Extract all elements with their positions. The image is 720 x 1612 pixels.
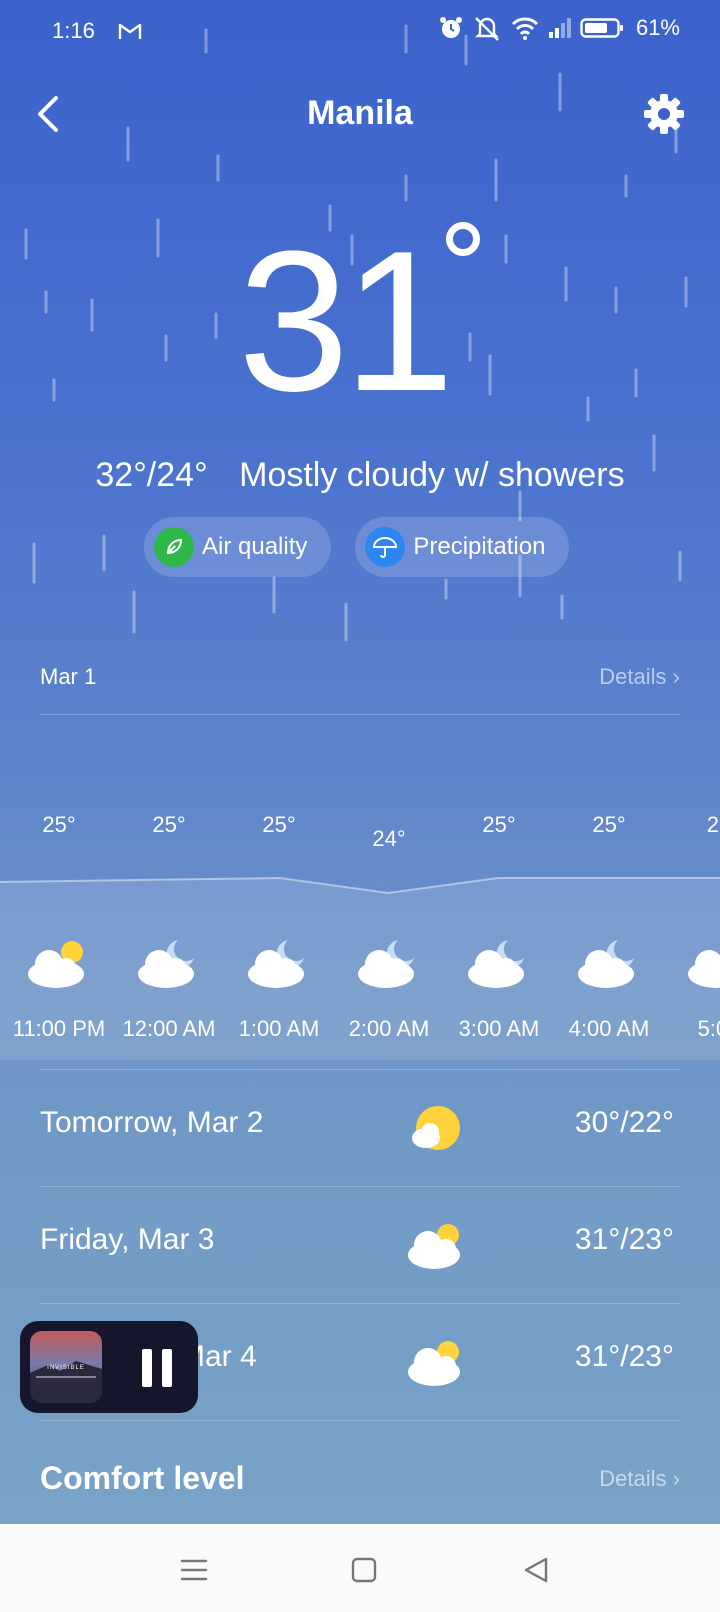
day-label: Tomorrow, Mar 2 <box>40 1106 264 1139</box>
air-quality-label: Air quality <box>202 533 308 560</box>
signal-icon <box>548 18 571 38</box>
status-bar: 1:16 61% <box>0 0 720 64</box>
hourly-temp: 25° <box>42 812 76 837</box>
cloudy-night-icon <box>358 940 414 988</box>
hourly-temp: 25° <box>592 812 626 837</box>
home-square-icon[interactable] <box>346 1552 382 1588</box>
hourly-temp: 25° <box>152 812 186 837</box>
weather-summary: 32°/24° Mostly cloudy w/ showers <box>0 456 720 495</box>
city-name: Manila <box>307 94 413 132</box>
degree-symbol <box>446 222 480 256</box>
weather-condition: Mostly cloudy w/ showers <box>239 456 625 494</box>
precipitation-label: Precipitation <box>413 533 546 560</box>
pause-icon[interactable] <box>132 1343 182 1393</box>
gmail-icon <box>118 23 142 39</box>
hourly-time: 5:00 <box>697 1016 720 1041</box>
hourly-temp: 25° <box>262 812 296 837</box>
recents-menu-icon[interactable] <box>176 1552 212 1588</box>
precipitation-chip[interactable]: Precipitation <box>355 517 570 577</box>
cloud-icon <box>688 950 720 988</box>
chevron-right-icon: › <box>672 664 680 689</box>
current-temperature: 31 <box>238 210 454 433</box>
alarm-icon <box>439 17 462 38</box>
partly-sunny-icon <box>28 941 84 988</box>
album-art-image: INVISIBLE <box>30 1331 102 1403</box>
hourly-time: 1:00 AM <box>238 1016 320 1041</box>
album-art[interactable]: INVISIBLE <box>30 1331 102 1403</box>
temperature-range: 32°/24° <box>95 456 208 494</box>
day-label: Friday, Mar 3 <box>40 1223 215 1256</box>
hourly-time: 2:00 AM <box>348 1016 430 1041</box>
cloudy-night-icon <box>578 940 634 988</box>
hourly-temp: 25° <box>482 812 516 837</box>
album-art-text: INVISIBLE <box>47 1365 85 1371</box>
gear-icon[interactable] <box>640 90 688 138</box>
info-chips: Air quality Precipitation <box>144 517 570 577</box>
sunny-cloud-icon <box>412 1106 460 1150</box>
comfort-details-link[interactable]: Details › <box>599 1466 680 1492</box>
comfort-title: Comfort level <box>40 1460 245 1496</box>
floating-media-player[interactable]: INVISIBLE <box>20 1321 198 1413</box>
hourly-temp: 25 <box>706 812 720 837</box>
partly-sunny-icon <box>408 1224 460 1269</box>
day-temps: 31°/23° <box>574 1340 674 1373</box>
details-label: Details <box>599 664 667 689</box>
hourly-time: 4:00 AM <box>568 1016 650 1041</box>
chevron-right-icon: › <box>672 1466 680 1491</box>
wifi-icon <box>511 17 539 40</box>
hourly-time: 12:00 AM <box>122 1016 216 1041</box>
mute-icon <box>475 17 499 41</box>
battery-icon <box>580 18 623 38</box>
top-bar: Manila <box>0 80 720 150</box>
daily-row[interactable]: Tomorrow, Mar 2 30°/22° <box>40 1070 680 1186</box>
hourly-time: 3:00 AM <box>458 1016 540 1041</box>
hourly-details-link[interactable]: Details › <box>599 664 680 690</box>
system-navigation-bar <box>0 1524 720 1612</box>
hourly-forecast[interactable]: 25° 11:00 PM 25° 12:00 AM 25° 1:00 AM 24° 2:00 … <box>0 812 720 1060</box>
hourly-temp: 24° <box>372 826 406 851</box>
back-triangle-icon[interactable] <box>518 1552 554 1588</box>
partly-sunny-icon <box>408 1341 460 1386</box>
divider <box>40 714 680 715</box>
hourly-header: Mar 1 Details › <box>40 660 680 700</box>
air-quality-chip[interactable]: Air quality <box>144 517 332 577</box>
umbrella-icon <box>365 527 406 567</box>
status-time: 1:16 <box>52 18 95 43</box>
details-label: Details <box>599 1466 667 1491</box>
leaf-icon <box>154 527 194 567</box>
battery-percent: 61% <box>635 15 680 40</box>
cloudy-night-icon <box>248 940 304 988</box>
cloudy-night-icon <box>138 940 194 988</box>
hourly-time: 11:00 PM <box>12 1016 106 1041</box>
day-temps: 30°/22° <box>574 1106 674 1139</box>
cloudy-night-icon <box>468 940 524 988</box>
divider <box>40 1420 680 1421</box>
daily-row[interactable]: Friday, Mar 3 31°/23° <box>40 1187 680 1303</box>
day-temps: 31°/23° <box>574 1223 674 1256</box>
status-icons: 61% <box>438 14 680 42</box>
hourly-date: Mar 1 <box>40 664 97 689</box>
